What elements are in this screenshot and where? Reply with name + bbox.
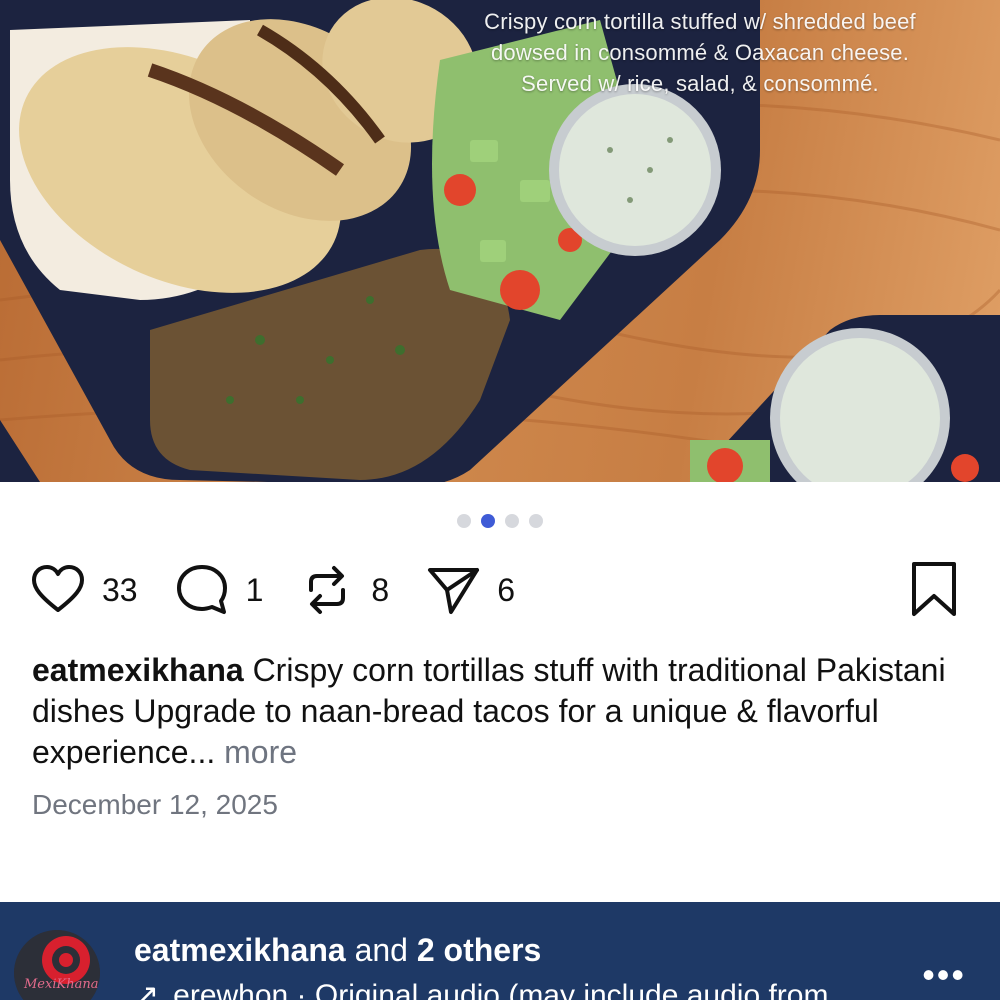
comment-icon [176,565,227,614]
repost-button[interactable]: 8 [299,562,389,618]
more-icon[interactable]: ••• [922,954,966,996]
bookmark-icon [912,562,956,616]
save-button[interactable] [906,560,962,625]
photo-caption: Crispy corn tortilla stuffed w/ shredded… [420,6,980,99]
photo-caption-line: dowsed in consommé & Oaxacan cheese. [490,40,910,65]
like-count: 33 [102,571,138,608]
more-link[interactable]: more [224,734,297,770]
repost-icon [309,566,346,614]
action-bar: 33 1 8 6 [30,560,970,620]
heart-icon [32,565,84,612]
comment-button[interactable]: 1 [174,562,264,618]
carousel-indicator [0,514,1000,528]
share-button[interactable]: 6 [425,562,515,618]
audio-bar[interactable]: MexiKhana eatmexikhana and 2 others ↗ ere… [0,902,1000,1000]
carousel-dot-active [481,514,495,528]
carousel-dot [529,514,543,528]
mexikhana-logo: MexiKhana [14,930,100,1000]
photo-caption-line: Crispy corn tortilla stuffed w/ shredded… [484,9,916,34]
trending-arrow-icon: ↗ [134,979,160,1000]
post-date: December 12, 2025 [32,789,278,820]
audio-credit: eatmexikhana and 2 others [134,932,541,969]
post-caption: eatmexikhana Crispy corn tortillas stuff… [32,650,968,773]
post-photo[interactable]: Crispy corn tortilla stuffed w/ shredded… [0,0,1000,482]
footer-username[interactable]: eatmexikhana [134,932,346,968]
share-count: 6 [497,571,515,608]
comment-count: 1 [245,571,264,608]
audio-text: erewhon · Original audio (may include au… [173,979,829,1000]
audio-source[interactable]: ↗ erewhon · Original audio (may include a… [134,978,894,1000]
post-page: Crispy corn tortilla stuffed w/ shredded… [0,0,1000,1000]
footer-and: and [354,932,408,968]
share-icon [428,568,480,614]
svg-text:MexiKhana: MexiKhana [23,977,98,992]
avatar[interactable]: MexiKhana [14,930,100,1000]
carousel-dot [505,514,519,528]
photo-caption-line: Served w/ rice, salad, & consommé. [521,71,879,96]
carousel-dot [457,514,471,528]
like-button[interactable]: 33 [30,562,138,618]
repost-count: 8 [371,571,390,608]
caption-username[interactable]: eatmexikhana [32,652,244,688]
footer-others[interactable]: 2 others [417,932,541,968]
